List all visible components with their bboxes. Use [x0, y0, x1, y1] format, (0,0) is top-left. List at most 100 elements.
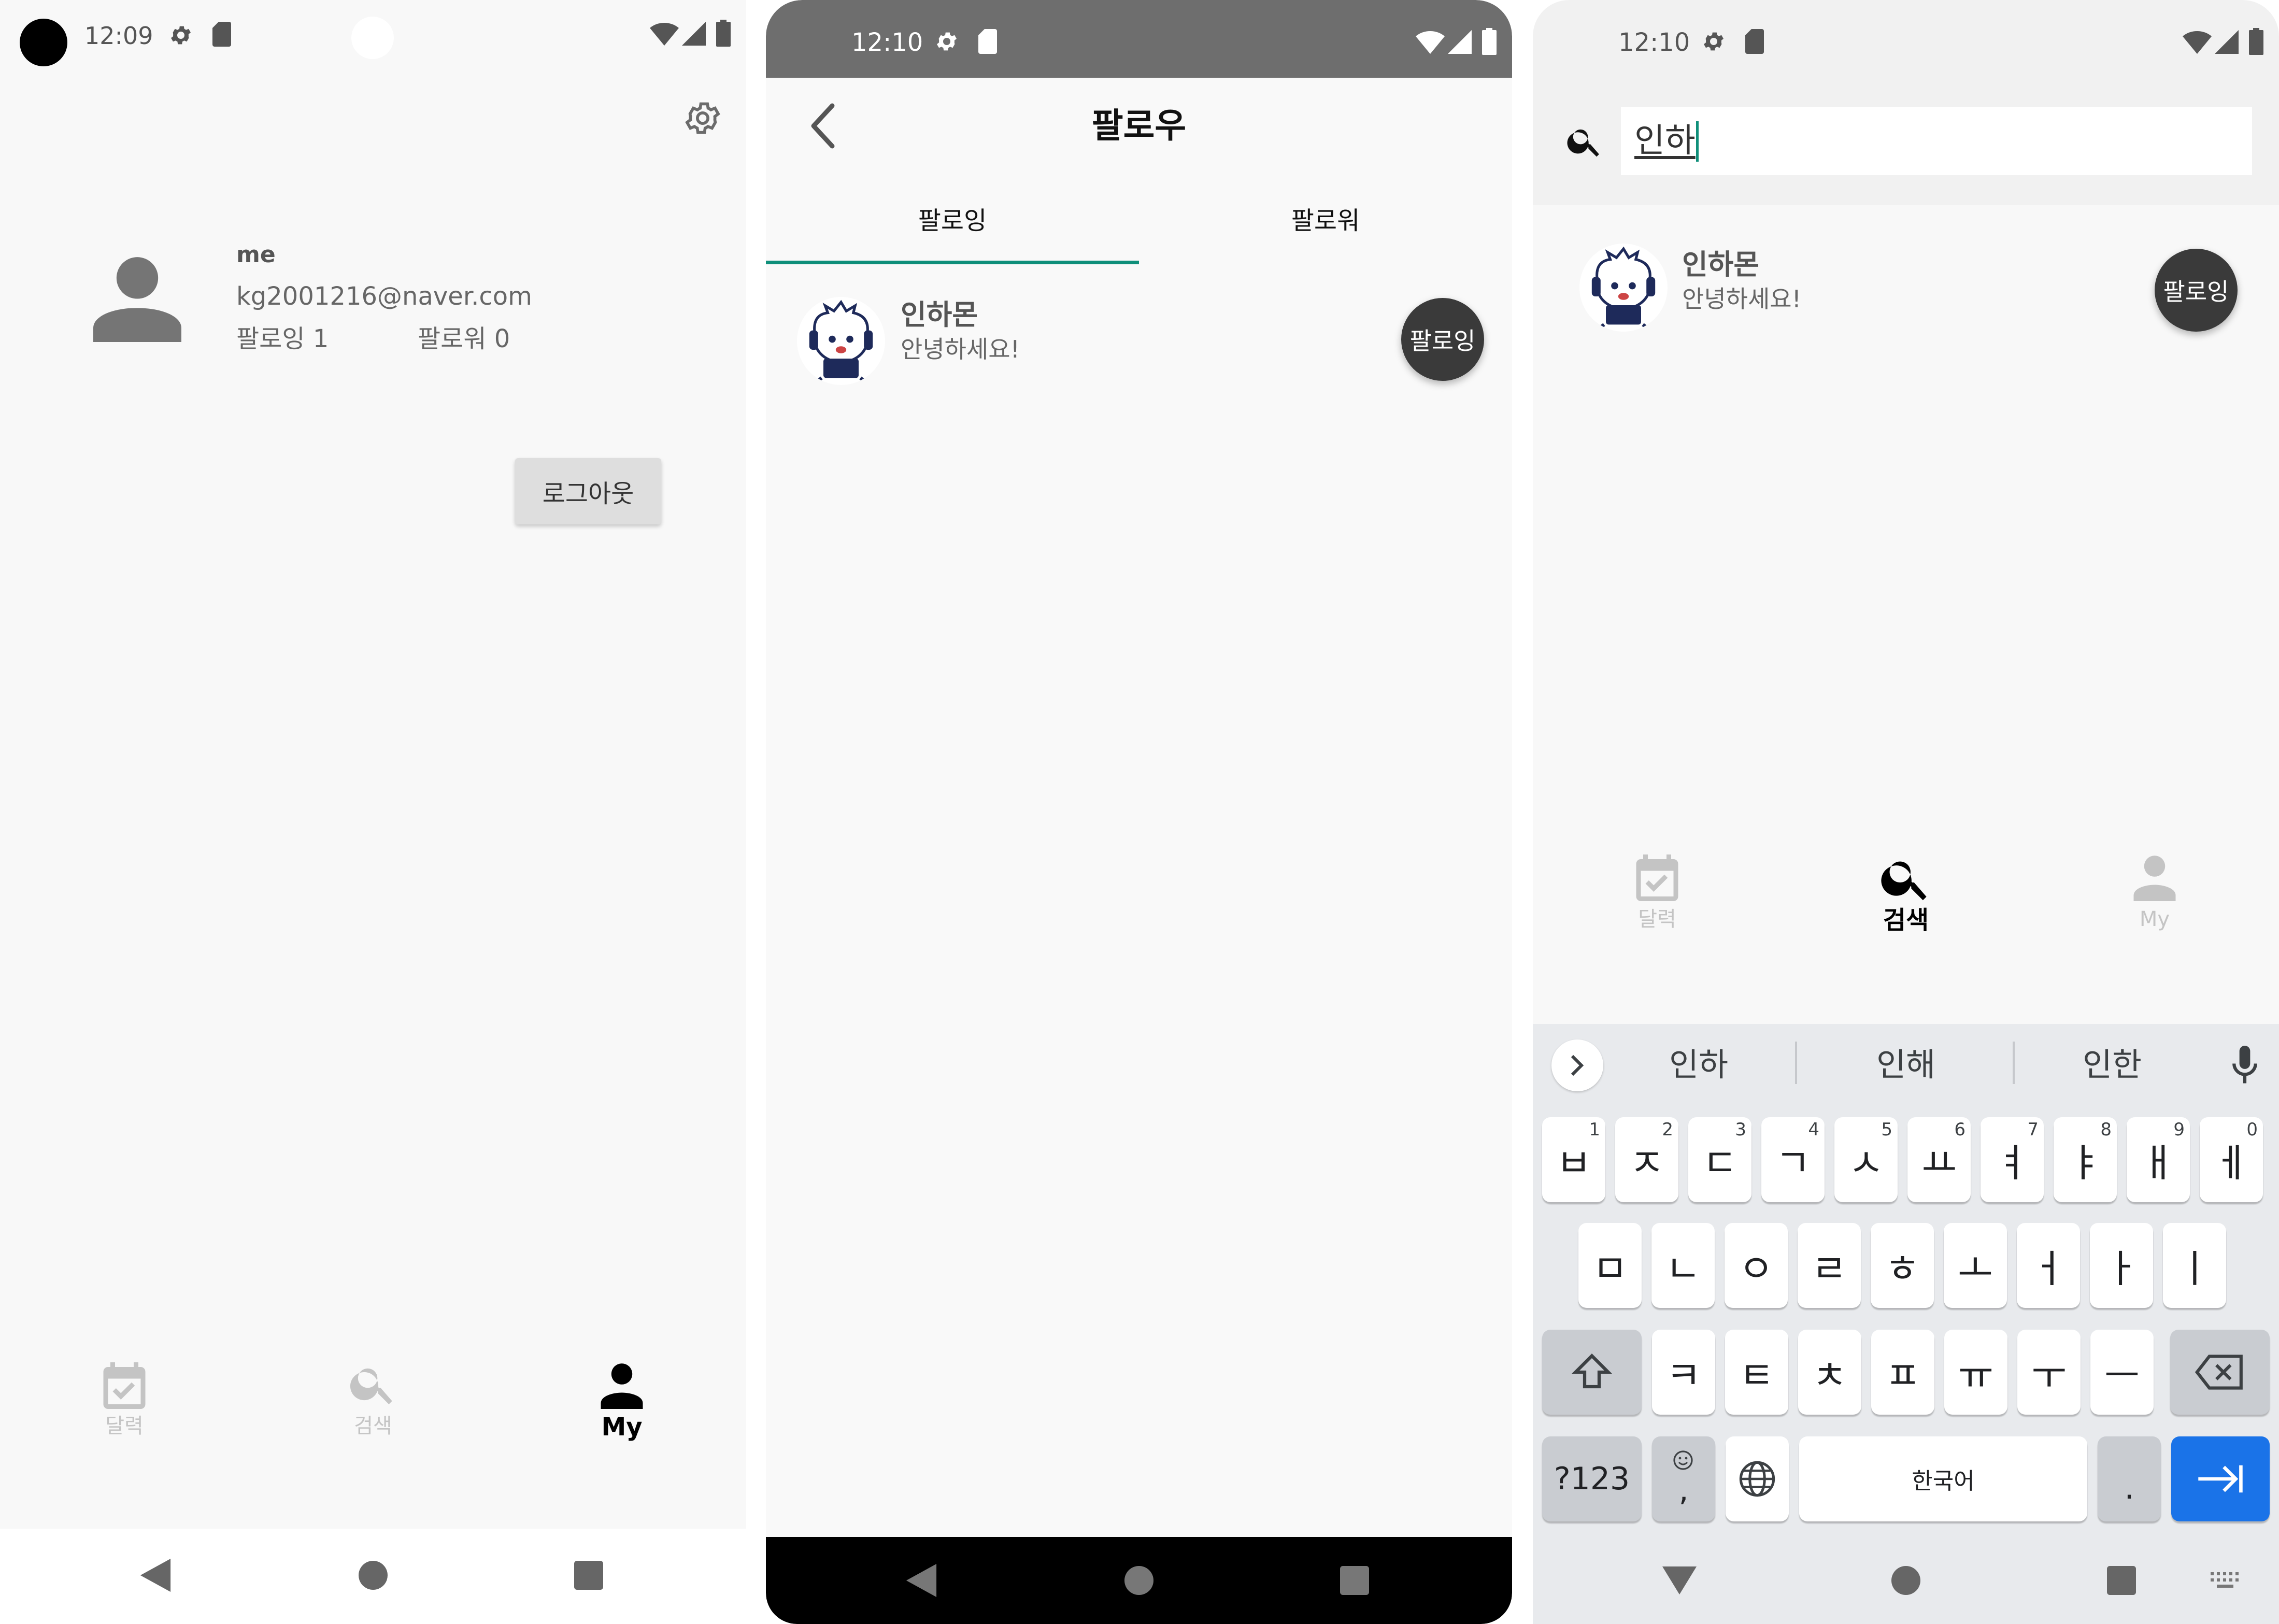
space-key[interactable]: 한국어 [1799, 1436, 2087, 1521]
suggestion-1[interactable]: 인하 [1647, 1049, 1750, 1081]
nav-label-my: My [601, 1413, 643, 1442]
recents-square-icon[interactable] [574, 1561, 603, 1590]
key[interactable]: ㅏ [2090, 1223, 2153, 1308]
key-label: ㅍ [1885, 1353, 1921, 1398]
key-label: ㅣ [2176, 1246, 2213, 1291]
nav-item-search[interactable]: 검색 [321, 1337, 425, 1451]
backspace-key[interactable] [2170, 1330, 2270, 1415]
key[interactable]: 0ㅔ [2200, 1117, 2263, 1202]
key-row-2: ㅁㄴㅇㄹㅎㅗㅓㅏㅣ [1533, 1223, 2279, 1311]
settings-status-icon [1701, 29, 1726, 54]
key[interactable]: ㅊ [1798, 1330, 1861, 1415]
emoji-comma-key[interactable]: , [1652, 1436, 1715, 1521]
key[interactable]: 5ㅅ [1834, 1117, 1898, 1202]
signal-icon [682, 22, 706, 46]
suggestion-divider [2013, 1042, 2015, 1084]
keyboard-switch-icon[interactable] [2210, 1570, 2241, 1591]
key[interactable]: 6ㅛ [1907, 1117, 1971, 1202]
settings-status-icon [168, 23, 193, 48]
nav-item-calendar[interactable]: 달력 [73, 1337, 176, 1451]
key[interactable]: ㅣ [2163, 1223, 2226, 1308]
key-number-hint: 8 [2100, 1119, 2112, 1140]
comma-label: , [1678, 1472, 1689, 1508]
shift-arrow-icon [1571, 1354, 1613, 1389]
key[interactable]: ㄴ [1651, 1223, 1715, 1308]
period-key[interactable]: . [2098, 1436, 2161, 1521]
shift-key[interactable] [1542, 1330, 1642, 1415]
home-circle-icon[interactable] [359, 1561, 388, 1590]
key[interactable]: 3ㄷ [1688, 1117, 1751, 1202]
key[interactable]: ㅍ [1871, 1330, 1934, 1415]
key[interactable]: 4ㄱ [1761, 1117, 1825, 1202]
nav-item-search[interactable]: 검색 [1854, 834, 1958, 948]
profile-avatar-icon [88, 254, 187, 342]
key[interactable]: ㅎ [1871, 1223, 1934, 1308]
suggestion-2[interactable]: 인해 [1854, 1049, 1958, 1081]
following-toggle-label: 팔로잉 [1409, 327, 1476, 355]
user-avatar [1579, 244, 1668, 332]
back-triangle-icon[interactable] [140, 1559, 171, 1592]
key[interactable]: 2ㅈ [1615, 1117, 1678, 1202]
nav-label-search: 검색 [1883, 906, 1929, 935]
key-label: ㅔ [2213, 1141, 2249, 1186]
tab-indicator [766, 261, 1139, 264]
calendar-icon [1629, 850, 1685, 906]
key[interactable]: ㅠ [1944, 1330, 2007, 1415]
key-number-hint: 0 [2246, 1119, 2258, 1140]
key-label: ㅈ [1629, 1141, 1665, 1186]
bottom-nav: 달력 검색 My [1533, 834, 2279, 948]
key[interactable]: ㅡ [2090, 1330, 2154, 1415]
search-input[interactable]: 인하 [1621, 107, 2252, 175]
battery-icon [2249, 28, 2263, 55]
recents-square-icon[interactable] [1340, 1566, 1369, 1595]
system-nav-bar [0, 1529, 746, 1624]
key-label: ㅇ [1738, 1246, 1774, 1291]
key-label: ㅗ [1957, 1246, 1993, 1291]
key[interactable]: ㅜ [2017, 1330, 2081, 1415]
symbols-key[interactable]: ?123 [1542, 1436, 1642, 1521]
key[interactable]: 1ㅂ [1542, 1117, 1605, 1202]
list-item[interactable]: 인하몬 안녕하세요! 팔로잉 [1533, 233, 2279, 352]
following-toggle-button[interactable]: 팔로잉 [1401, 298, 1484, 381]
sd-card-icon [978, 29, 997, 54]
expand-suggestions-button[interactable] [1551, 1039, 1603, 1091]
key[interactable]: 8ㅑ [2054, 1117, 2117, 1202]
key[interactable]: ㅓ [2017, 1223, 2080, 1308]
tab-followers[interactable]: 팔로워 [1139, 192, 1512, 264]
home-circle-icon[interactable] [1891, 1566, 1920, 1595]
key[interactable]: ㅌ [1725, 1330, 1788, 1415]
tab-following[interactable]: 팔로잉 [766, 192, 1139, 264]
recents-square-icon[interactable] [2107, 1566, 2136, 1595]
status-bar: 12:10 [1533, 0, 2279, 78]
search-icon [1878, 850, 1934, 906]
suggestion-3[interactable]: 인한 [2060, 1049, 2164, 1081]
status-time: 12:10 [851, 28, 923, 57]
key[interactable]: 7ㅕ [1981, 1117, 2044, 1202]
key[interactable]: ㅋ [1652, 1330, 1715, 1415]
key-label: ㅕ [1994, 1141, 2030, 1186]
logout-button[interactable]: 로그아웃 [515, 458, 661, 524]
following-count[interactable]: 팔로잉 1 [236, 326, 329, 351]
sd-card-icon [212, 22, 231, 47]
list-item[interactable]: 인하몬 안녕하세요! 팔로잉 [766, 282, 1512, 402]
language-key[interactable] [1726, 1436, 1789, 1521]
home-circle-icon[interactable] [1124, 1566, 1153, 1595]
key[interactable]: ㅁ [1578, 1223, 1642, 1308]
following-toggle-button[interactable]: 팔로잉 [2155, 249, 2238, 332]
enter-key[interactable] [2171, 1436, 2270, 1521]
nav-item-my[interactable]: My [2103, 834, 2206, 948]
followers-count[interactable]: 팔로워 0 [418, 326, 510, 351]
hide-keyboard-triangle-icon[interactable] [1662, 1566, 1697, 1595]
nav-item-calendar[interactable]: 달력 [1605, 834, 1709, 948]
key[interactable]: ㅇ [1725, 1223, 1788, 1308]
nav-item-my[interactable]: My [570, 1337, 674, 1451]
key[interactable]: 9ㅐ [2127, 1117, 2190, 1202]
microphone-icon[interactable] [2230, 1046, 2259, 1085]
settings-gear-icon[interactable] [683, 98, 722, 138]
key[interactable]: ㅗ [1944, 1223, 2007, 1308]
key-number-hint: 9 [2173, 1119, 2185, 1140]
back-triangle-icon[interactable] [906, 1564, 937, 1597]
status-time: 12:09 [84, 22, 153, 50]
front-camera-dot [351, 17, 394, 59]
key[interactable]: ㄹ [1798, 1223, 1861, 1308]
